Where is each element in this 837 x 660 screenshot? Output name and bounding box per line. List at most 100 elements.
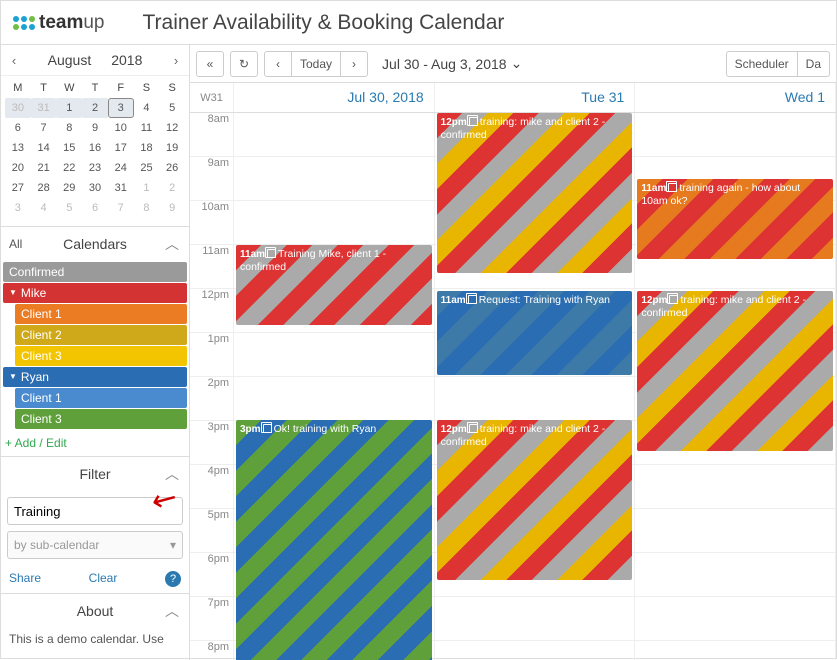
minical-day[interactable]: 8 [134, 198, 160, 218]
minical-day[interactable]: 31 [31, 98, 57, 118]
filter-select-placeholder: by sub-calendar [14, 538, 99, 552]
about-header[interactable]: About ︿ [1, 594, 189, 628]
calendar-item[interactable]: Client 2 [15, 325, 187, 345]
minical-day[interactable]: 8 [56, 118, 82, 138]
minical-day[interactable]: 30 [82, 178, 108, 198]
calendars-all[interactable]: All [9, 237, 22, 251]
next-button[interactable]: › [340, 51, 368, 77]
minical-year[interactable]: 2018 [111, 52, 142, 68]
view-day-button[interactable]: Da [797, 51, 830, 77]
minical-day[interactable]: 1 [134, 178, 160, 198]
minical-day[interactable]: 12 [159, 118, 185, 138]
timeslot[interactable] [635, 641, 835, 660]
timeslot[interactable] [635, 509, 835, 553]
minical-day[interactable]: 6 [5, 118, 31, 138]
timeslot[interactable] [234, 113, 434, 157]
minical-prev[interactable]: ‹ [5, 51, 23, 69]
minical-day[interactable]: 19 [159, 138, 185, 158]
today-button[interactable]: Today [291, 51, 341, 77]
minical-day[interactable]: 13 [5, 138, 31, 158]
minical-day[interactable]: 21 [31, 158, 57, 178]
minical-day[interactable]: 24 [108, 158, 134, 178]
minical-day[interactable]: 30 [5, 98, 31, 118]
day-header-0[interactable]: Jul 30, 2018 [234, 83, 435, 112]
help-icon[interactable]: ? [165, 571, 181, 587]
jump-back-button[interactable]: « [196, 51, 224, 77]
calendar-item[interactable]: ▼Mike [3, 283, 187, 303]
timeslot[interactable] [435, 597, 635, 641]
minical-day[interactable]: 14 [31, 138, 57, 158]
minical-day[interactable]: 11 [134, 118, 160, 138]
minical-day[interactable]: 23 [82, 158, 108, 178]
timeslot[interactable] [435, 641, 635, 660]
minical-day[interactable]: 5 [56, 198, 82, 218]
minical-day[interactable]: 9 [82, 118, 108, 138]
minical-day[interactable]: 6 [82, 198, 108, 218]
view-scheduler-button[interactable]: Scheduler [726, 51, 798, 77]
timeslot[interactable] [635, 113, 835, 157]
minical-day[interactable]: 3 [5, 198, 31, 218]
minical-day[interactable]: 2 [82, 98, 108, 118]
calendar-item[interactable]: Client 3 [15, 409, 187, 429]
calendar-event[interactable]: 12pmtraining: mike and client 2 - confir… [437, 420, 633, 580]
timeslot[interactable] [234, 377, 434, 421]
calendar-event[interactable]: 12pmtraining: mike and client 2 - confir… [637, 291, 833, 451]
minical-day[interactable]: 4 [31, 198, 57, 218]
minical-day[interactable]: 29 [56, 178, 82, 198]
filter-header[interactable]: Filter ︿ [1, 457, 189, 491]
share-link[interactable]: Share [9, 571, 41, 587]
calendar-event[interactable]: 11amTraining Mike, client 1 - confirmed [236, 245, 432, 325]
filter-subcalendar-select[interactable]: by sub-calendar ▾ [7, 531, 183, 559]
minical-day[interactable]: 10 [108, 118, 134, 138]
minical-day[interactable]: 2 [159, 178, 185, 198]
minical-day[interactable]: 3 [108, 98, 134, 118]
day-header-1[interactable]: Tue 31 [435, 83, 636, 112]
calendar-event[interactable]: 11amRequest: Training with Ryan [437, 291, 633, 375]
calendar-item[interactable]: Client 1 [15, 304, 187, 324]
logo-text-light: up [83, 12, 104, 33]
timeslot[interactable] [635, 553, 835, 597]
minical-day[interactable]: 1 [56, 98, 82, 118]
minical-day[interactable]: 28 [31, 178, 57, 198]
calendar-item[interactable]: Confirmed [3, 262, 187, 282]
clear-link[interactable]: Clear [89, 571, 118, 587]
minical-day[interactable]: 4 [134, 98, 160, 118]
timeslot[interactable] [234, 201, 434, 245]
calendars-header[interactable]: All Calendars ︿ [1, 227, 189, 261]
minical-day[interactable]: 22 [56, 158, 82, 178]
add-edit-link[interactable]: + Add / Edit [1, 430, 189, 456]
date-range-picker[interactable]: Jul 30 - Aug 3, 2018 ⌄ [382, 55, 522, 72]
timeslot[interactable] [234, 333, 434, 377]
refresh-button[interactable]: ↻ [230, 51, 258, 77]
timeslot[interactable] [635, 465, 835, 509]
minical-day[interactable]: 17 [108, 138, 134, 158]
minical-day[interactable]: 9 [159, 198, 185, 218]
minical-day[interactable]: 16 [82, 138, 108, 158]
minical-day[interactable]: 7 [108, 198, 134, 218]
calendar-item[interactable]: Client 1 [15, 388, 187, 408]
minical-day[interactable]: 7 [31, 118, 57, 138]
timeslot[interactable] [635, 597, 835, 641]
minical-day[interactable]: 20 [5, 158, 31, 178]
timeslot[interactable] [435, 377, 635, 421]
timeslot[interactable] [234, 157, 434, 201]
logo[interactable]: teamup [13, 12, 105, 34]
prev-button[interactable]: ‹ [264, 51, 292, 77]
minical-day[interactable]: 18 [134, 138, 160, 158]
calendar-event[interactable]: 11amtraining again - how about 10am ok? [637, 179, 833, 259]
calendar-event[interactable]: 3pmOk! training with Ryan [236, 420, 432, 660]
minical-month[interactable]: August [48, 52, 92, 68]
mini-calendar[interactable]: MTWTFSS 30311234567891011121314151617181… [1, 76, 189, 226]
minical-day[interactable]: 27 [5, 178, 31, 198]
calendar-item[interactable]: Client 3 [15, 346, 187, 366]
day-header-2[interactable]: Wed 1 [635, 83, 836, 112]
calendar-event[interactable]: 12pmtraining: mike and client 2 - confir… [437, 113, 633, 273]
calendar-item[interactable]: ▼Ryan [3, 367, 187, 387]
minical-day[interactable]: 15 [56, 138, 82, 158]
minical-day[interactable]: 26 [159, 158, 185, 178]
minical-day[interactable]: 5 [159, 98, 185, 118]
minical-next[interactable]: › [167, 51, 185, 69]
minical-day[interactable]: 25 [134, 158, 160, 178]
minical-day[interactable]: 31 [108, 178, 134, 198]
filter-input[interactable] [7, 497, 183, 525]
